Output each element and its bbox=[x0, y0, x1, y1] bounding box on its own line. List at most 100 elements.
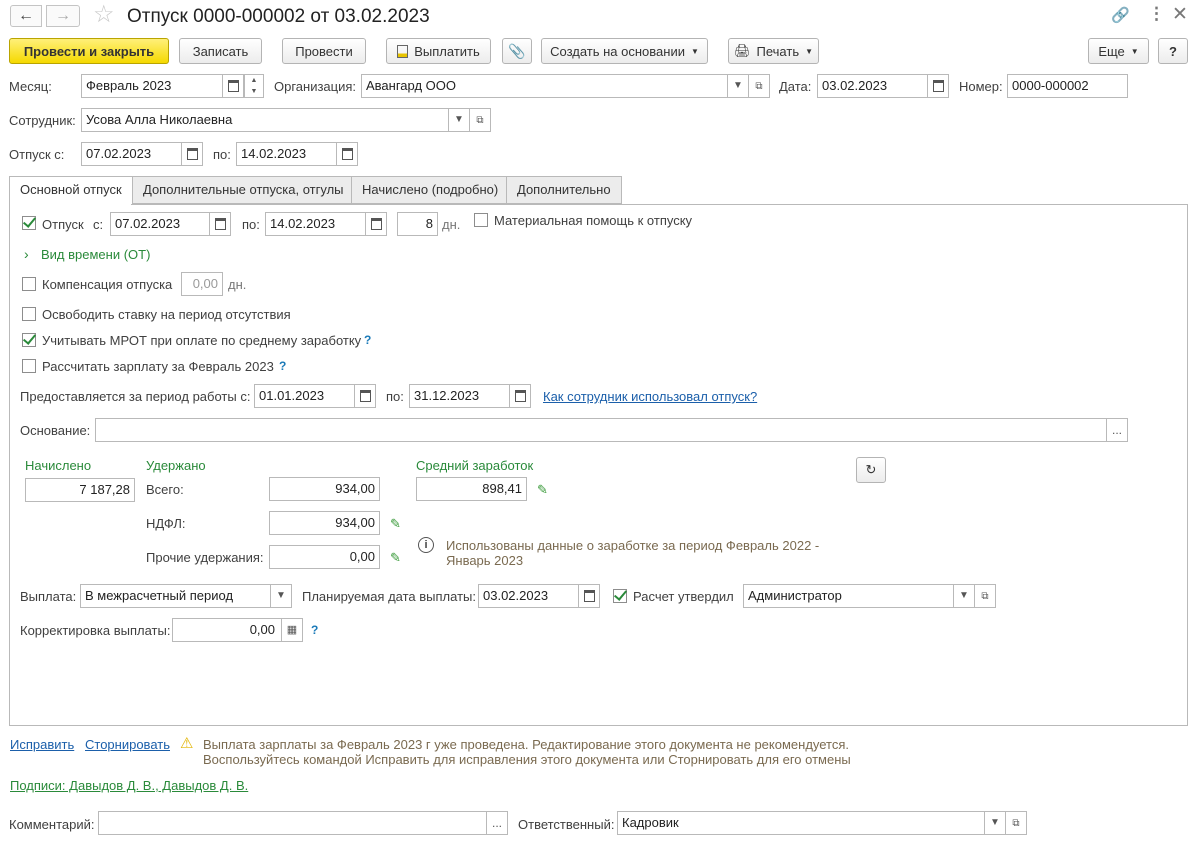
approved-label: Расчет утвердил bbox=[633, 589, 734, 604]
open-employee-icon[interactable]: ⧉ bbox=[469, 108, 491, 132]
refresh-button[interactable]: ↻ bbox=[856, 457, 886, 483]
post-button[interactable]: Провести bbox=[282, 38, 366, 64]
mrot-checkbox[interactable] bbox=[22, 333, 36, 347]
open-responsible-icon[interactable]: ⧉ bbox=[1005, 811, 1027, 835]
correction-label: Корректировка выплаты: bbox=[20, 623, 171, 638]
number-field[interactable]: 0000-000002 bbox=[1007, 74, 1128, 98]
expand-chevron-icon[interactable]: › bbox=[24, 246, 29, 262]
paperclip-icon: 📎 bbox=[508, 42, 526, 59]
fix-link[interactable]: Исправить bbox=[10, 737, 74, 753]
month-spinner[interactable]: ▲ ▼ bbox=[244, 74, 264, 98]
tab-accrued-detailed[interactable]: Начислено (подробно) bbox=[351, 176, 510, 204]
employee-field[interactable]: Усова Алла Николаевна ▼ bbox=[81, 108, 470, 132]
payment-select[interactable]: В межрасчетный период ▼ bbox=[80, 584, 292, 608]
month-label: Месяц: bbox=[9, 79, 52, 94]
select-ellipsis-icon[interactable]: ... bbox=[1106, 419, 1127, 441]
compensation-checkbox[interactable] bbox=[22, 277, 36, 291]
spin-down-icon[interactable]: ▼ bbox=[245, 86, 263, 97]
tab-additional-vacations[interactable]: Дополнительные отпуска, отгулы bbox=[132, 176, 355, 204]
period-to-field[interactable]: 31.12.2023 bbox=[409, 384, 531, 408]
calendar-icon[interactable] bbox=[222, 75, 243, 97]
ndfl-edit-pencil-icon[interactable]: ✎ bbox=[390, 516, 401, 532]
total-field[interactable]: 934,00 bbox=[269, 477, 380, 501]
org-field[interactable]: Авангард ООО ▼ bbox=[361, 74, 749, 98]
refresh-icon: ↻ bbox=[865, 462, 877, 477]
help-button[interactable]: ? bbox=[1158, 38, 1188, 64]
days-field[interactable]: 8 bbox=[397, 212, 438, 236]
ndfl-field[interactable]: 934,00 bbox=[269, 511, 380, 535]
reverse-link[interactable]: Сторнировать bbox=[85, 737, 170, 753]
close-icon[interactable]: ✕ bbox=[1172, 3, 1188, 26]
approved-checkbox[interactable] bbox=[613, 589, 627, 603]
time-kind-toggle[interactable]: Вид времени (ОТ) bbox=[41, 247, 150, 263]
other-field[interactable]: 0,00 bbox=[269, 545, 380, 569]
basis-field[interactable]: ... bbox=[95, 418, 1128, 442]
dropdown-caret-icon[interactable]: ▼ bbox=[727, 75, 748, 97]
accrued-field[interactable]: 7 187,28 bbox=[25, 478, 135, 502]
save-button[interactable]: Записать bbox=[179, 38, 262, 64]
vacation-checkbox[interactable] bbox=[22, 216, 36, 230]
tab-main-vacation[interactable]: Основной отпуск bbox=[9, 176, 133, 205]
vacation-from-field[interactable]: 07.02.2023 bbox=[110, 212, 231, 236]
open-approver-icon[interactable]: ⧉ bbox=[974, 584, 996, 608]
forward-button[interactable]: → bbox=[46, 5, 80, 27]
mrot-help-icon[interactable]: ? bbox=[364, 333, 371, 347]
dropdown-caret-icon[interactable]: ▼ bbox=[953, 585, 974, 607]
usage-link[interactable]: Как сотрудник использовал отпуск? bbox=[543, 389, 757, 405]
calendar-icon[interactable] bbox=[181, 143, 202, 165]
more-vertical-icon[interactable]: ⋮ bbox=[1148, 4, 1165, 24]
comment-field[interactable]: ... bbox=[98, 811, 508, 835]
number-label: Номер: bbox=[959, 79, 1003, 94]
calendar-icon[interactable] bbox=[365, 213, 386, 235]
post-close-button[interactable]: Провести и закрыть bbox=[9, 38, 169, 64]
correction-help-icon[interactable]: ? bbox=[311, 623, 318, 637]
link-icon[interactable]: 🔗 bbox=[1111, 6, 1130, 24]
back-button[interactable]: ← bbox=[10, 5, 42, 27]
calendar-icon[interactable] bbox=[336, 143, 357, 165]
spin-up-icon[interactable]: ▲ bbox=[245, 75, 263, 86]
plan-date-field[interactable]: 03.02.2023 bbox=[478, 584, 600, 608]
arrow-left-icon: ← bbox=[18, 7, 34, 24]
approved-field[interactable]: Администратор ▼ bbox=[743, 584, 975, 608]
basis-label: Основание: bbox=[20, 423, 91, 438]
free-rate-checkbox[interactable] bbox=[22, 307, 36, 321]
calendar-icon[interactable] bbox=[509, 385, 530, 407]
tab-additional[interactable]: Дополнительно bbox=[506, 176, 622, 204]
date-field[interactable]: 03.02.2023 bbox=[817, 74, 949, 98]
other-edit-pencil-icon[interactable]: ✎ bbox=[390, 550, 401, 566]
responsible-field[interactable]: Кадровик ▼ bbox=[617, 811, 1006, 835]
calendar-icon[interactable] bbox=[209, 213, 230, 235]
avg-earnings-field[interactable]: 898,41 bbox=[416, 477, 527, 501]
material-help-checkbox[interactable] bbox=[474, 213, 488, 227]
vacation-to-field[interactable]: 14.02.2023 bbox=[265, 212, 387, 236]
vac-to-field[interactable]: 14.02.2023 bbox=[236, 142, 358, 166]
info-text-line2: Январь 2023 bbox=[446, 553, 524, 568]
comment-label: Комментарий: bbox=[9, 817, 95, 832]
calc-salary-checkbox[interactable] bbox=[22, 359, 36, 373]
signatures-link[interactable]: Подписи: Давыдов Д. В., Давыдов Д. В. bbox=[10, 778, 248, 794]
calendar-icon[interactable] bbox=[354, 385, 375, 407]
more-button[interactable]: Еще ▼ bbox=[1088, 38, 1149, 64]
calc-salary-help-icon[interactable]: ? bbox=[279, 359, 286, 373]
favorite-star-icon[interactable]: ☆ bbox=[93, 2, 115, 28]
dropdown-caret-icon[interactable]: ▼ bbox=[984, 812, 1005, 834]
avg-edit-pencil-icon[interactable]: ✎ bbox=[537, 482, 548, 498]
compensation-days-field[interactable]: 0,00 bbox=[181, 272, 223, 296]
attach-button[interactable]: 📎 bbox=[502, 38, 532, 64]
pay-button[interactable]: Выплатить bbox=[386, 38, 491, 64]
dropdown-caret-icon[interactable]: ▼ bbox=[270, 585, 291, 607]
total-label: Всего: bbox=[146, 482, 184, 497]
calculator-icon[interactable]: ▦ bbox=[281, 619, 302, 641]
dropdown-caret-icon[interactable]: ▼ bbox=[448, 109, 469, 131]
correction-field[interactable]: 0,00 ▦ bbox=[172, 618, 303, 642]
open-org-icon[interactable]: ⧉ bbox=[748, 74, 770, 98]
vac-from-field[interactable]: 07.02.2023 bbox=[81, 142, 203, 166]
period-from-field[interactable]: 01.01.2023 bbox=[254, 384, 376, 408]
calendar-icon[interactable] bbox=[927, 75, 948, 97]
employee-label: Сотрудник: bbox=[9, 113, 76, 128]
select-ellipsis-icon[interactable]: ... bbox=[486, 812, 507, 834]
create-based-button[interactable]: Создать на основании ▼ bbox=[541, 38, 708, 64]
print-button[interactable]: 🖨 Печать ▼ bbox=[728, 38, 819, 64]
month-field[interactable]: Февраль 2023 bbox=[81, 74, 244, 98]
calendar-icon[interactable] bbox=[578, 585, 599, 607]
